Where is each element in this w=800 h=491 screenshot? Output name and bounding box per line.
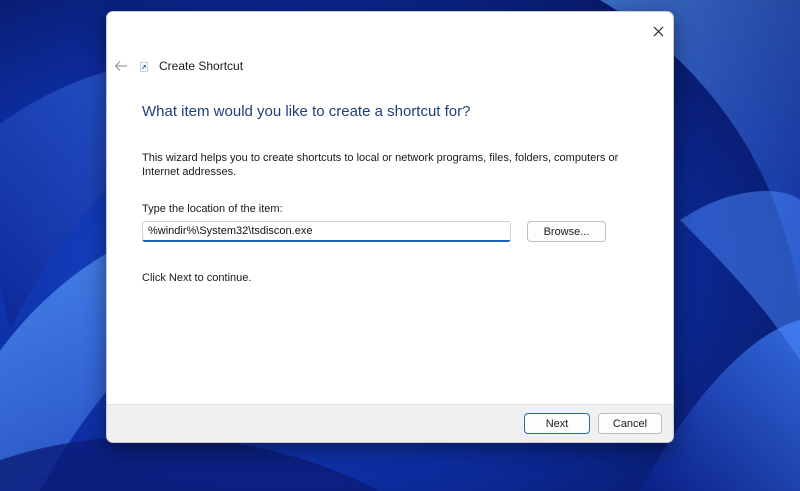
location-label: Type the location of the item: — [142, 203, 283, 215]
wizard-title: Create Shortcut — [159, 59, 244, 73]
create-shortcut-dialog: Create Shortcut What item would you like… — [106, 11, 674, 443]
dialog-footer: Next Cancel — [107, 404, 673, 442]
cancel-button[interactable]: Cancel — [598, 413, 662, 434]
location-input[interactable] — [142, 221, 511, 242]
back-arrow-icon — [114, 61, 127, 71]
continue-hint: Click Next to continue. — [142, 272, 252, 284]
page-heading: What item would you like to create a sho… — [142, 103, 471, 120]
shortcut-icon — [140, 62, 148, 72]
close-icon — [653, 26, 663, 36]
next-button[interactable]: Next — [524, 413, 590, 434]
browse-button[interactable]: Browse... — [527, 221, 606, 242]
close-button[interactable] — [643, 12, 673, 50]
wizard-description: This wizard helps you to create shortcut… — [142, 152, 619, 178]
back-button[interactable] — [111, 58, 131, 74]
